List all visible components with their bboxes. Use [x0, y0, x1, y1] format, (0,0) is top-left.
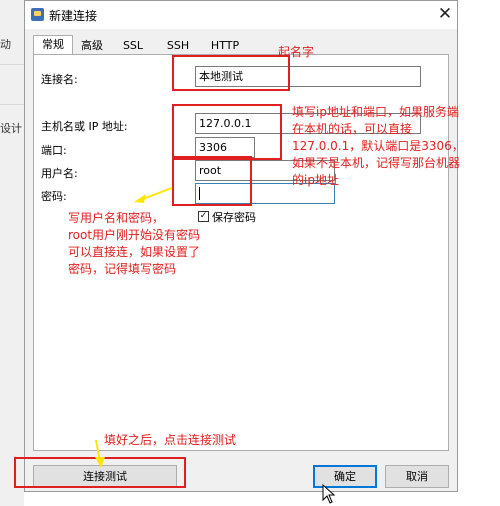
annotation-arrows — [95, 187, 173, 468]
arrow-to-test-button-icon — [95, 439, 105, 468]
arrow-to-password-icon — [134, 187, 173, 203]
